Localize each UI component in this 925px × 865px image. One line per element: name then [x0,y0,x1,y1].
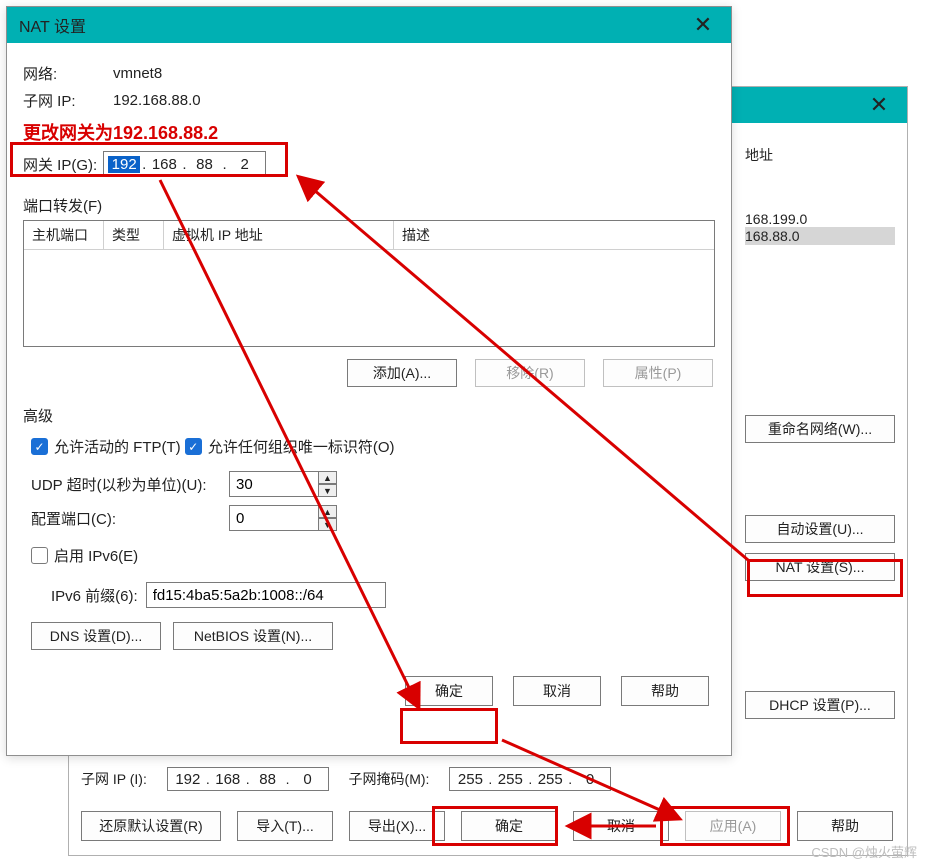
nat-title-text: NAT 设置 [19,13,86,37]
subnet-ip-field[interactable]: 192. 168. 88. 0 [167,767,329,791]
checkbox-icon [31,438,48,455]
dns-settings-button[interactable]: DNS 设置(D)... [31,622,161,650]
watermark: CSDN @烛火萤辉 [811,842,917,861]
port-forward-body[interactable] [24,250,714,346]
subnet-ip-value: 192.168.88.0 [113,92,201,109]
column-header-address: 地址 [745,145,895,165]
auto-settings-button[interactable]: 自动设置(U)... [745,515,895,543]
udp-timeout-spinner[interactable]: ▲ ▼ [229,471,337,497]
export-button[interactable]: 导出(X)... [349,811,445,841]
subnet-ip-label: 子网 IP: [23,90,93,111]
help-button-back[interactable]: 帮助 [797,811,893,841]
port-properties-button: 属性(P) [603,359,713,387]
ipv6-prefix-label: IPv6 前缀(6): [51,585,138,606]
network-value: vmnet8 [113,65,162,82]
allow-any-oui-checkbox[interactable]: 允许任何组织唯一标识符(O) [185,436,395,457]
annotation-change-gateway: 更改网关为192.168.88.2 [23,119,715,145]
apply-button-back[interactable]: 应用(A) [685,811,781,841]
nat-settings-button[interactable]: NAT 设置(S)... [745,553,895,581]
spinner-down-icon[interactable]: ▼ [319,518,337,531]
gateway-ip-field[interactable]: 192. 168. 88. 2 [103,151,266,177]
spinner-up-icon[interactable]: ▲ [319,505,337,518]
import-button[interactable]: 导入(T)... [237,811,333,841]
rename-network-button[interactable]: 重命名网络(W)... [745,415,895,443]
subnet-mask-field[interactable]: 255. 255. 255. 0 [449,767,611,791]
udp-timeout-label: UDP 超时(以秒为单位)(U): [31,474,221,495]
port-forward-table: 主机端口 类型 虚拟机 IP 地址 描述 [23,220,715,347]
gateway-octet-4[interactable]: 2 [229,156,261,173]
config-port-input[interactable] [229,505,319,531]
close-icon[interactable]: ✕ [685,7,721,43]
col-vm-ip[interactable]: 虚拟机 IP 地址 [164,221,394,249]
gateway-ip-label: 网关 IP(G): [23,154,97,175]
spinner-down-icon[interactable]: ▼ [319,484,337,497]
udp-timeout-input[interactable] [229,471,319,497]
add-port-button[interactable]: 添加(A)... [347,359,457,387]
network-row-2-selected[interactable]: 168.88.0 [745,227,895,245]
gateway-octet-3[interactable]: 88 [189,156,221,173]
col-type[interactable]: 类型 [104,221,164,249]
nat-settings-dialog: NAT 设置 ✕ 网络: vmnet8 子网 IP: 192.168.88.0 … [6,6,732,756]
network-label: 网络: [23,63,93,84]
ok-button[interactable]: 确定 [405,676,493,706]
col-description[interactable]: 描述 [394,221,714,249]
subnet-mask-label: 子网掩码(M): [349,769,430,789]
subnet-ip-label: 子网 IP (I): [81,769,147,789]
ipv6-prefix-input[interactable] [146,582,386,608]
allow-active-ftp-checkbox[interactable]: 允许活动的 FTP(T) [31,436,181,457]
spinner-up-icon[interactable]: ▲ [319,471,337,484]
col-host-port[interactable]: 主机端口 [24,221,104,249]
remove-port-button: 移除(R) [475,359,585,387]
advanced-label: 高级 [23,405,715,426]
nat-titlebar: NAT 设置 ✕ [7,7,731,43]
enable-ipv6-checkbox[interactable]: 启用 IPv6(E) [31,545,138,566]
close-icon[interactable]: ✕ [861,87,897,123]
restore-defaults-button[interactable]: 还原默认设置(R) [81,811,221,841]
gateway-octet-1[interactable]: 192 [108,156,140,173]
netbios-settings-button[interactable]: NetBIOS 设置(N)... [173,622,333,650]
checkbox-icon [185,438,202,455]
dhcp-settings-button[interactable]: DHCP 设置(P)... [745,691,895,719]
port-forward-label: 端口转发(F) [23,195,715,216]
gateway-octet-2[interactable]: 168 [148,156,180,173]
config-port-label: 配置端口(C): [31,508,221,529]
help-button[interactable]: 帮助 [621,676,709,706]
ok-button-back[interactable]: 确定 [461,811,557,841]
cancel-button[interactable]: 取消 [513,676,601,706]
config-port-spinner[interactable]: ▲ ▼ [229,505,337,531]
cancel-button-back[interactable]: 取消 [573,811,669,841]
checkbox-icon [31,547,48,564]
network-row-1[interactable]: 168.199.0 [745,211,895,227]
